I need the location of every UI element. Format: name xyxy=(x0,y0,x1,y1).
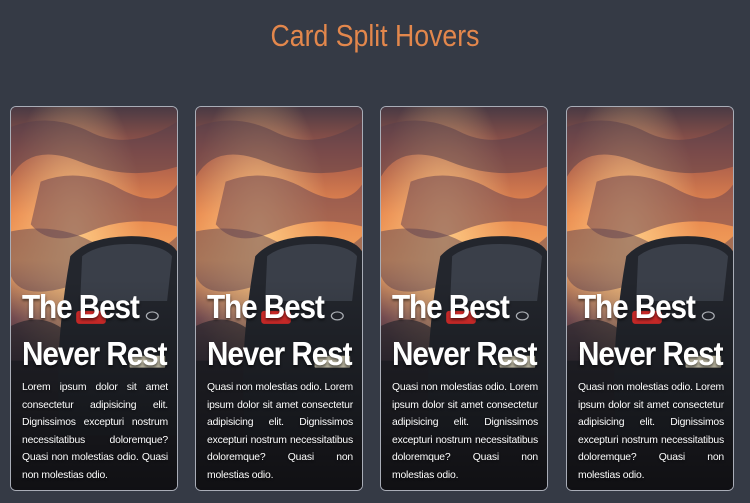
card-text: Lorem ipsum dolor sit amet consectetur a… xyxy=(22,382,168,481)
card-heading-line-1: The Best xyxy=(207,288,325,325)
card-heading-line-1: The Best xyxy=(578,288,696,325)
card-heading-line-1: The Best xyxy=(22,288,140,325)
card-heading-line-2: Never Rest xyxy=(578,335,723,372)
card-heading-line-1: The Best xyxy=(392,288,510,325)
page: Card Split Hovers The Best Never Rest Lo… xyxy=(0,0,750,503)
card-heading-line-2: Never Rest xyxy=(392,335,537,372)
card-grid: The Best Never Rest Lorem ipsum dolor si… xyxy=(0,106,750,491)
card-4[interactable]: The Best Never Rest Quasi non molestias … xyxy=(566,106,734,491)
card-heading: The Best Never Rest xyxy=(207,283,352,377)
card-2[interactable]: The Best Never Rest Quasi non molestias … xyxy=(195,106,363,491)
page-title: Card Split Hovers xyxy=(270,18,480,53)
card-text: Quasi non molestias odio. Lorem ipsum do… xyxy=(207,382,353,481)
card-heading: The Best Never Rest xyxy=(392,283,537,377)
card-1[interactable]: The Best Never Rest Lorem ipsum dolor si… xyxy=(10,106,178,491)
card-3[interactable]: The Best Never Rest Quasi non molestias … xyxy=(380,106,548,491)
card-heading-line-2: Never Rest xyxy=(207,335,352,372)
card-heading-line-2: Never Rest xyxy=(22,335,167,372)
card-text: Quasi non molestias odio. Lorem ipsum do… xyxy=(392,382,538,481)
card-heading: The Best Never Rest xyxy=(578,283,723,377)
card-text: Quasi non molestias odio. Lorem ipsum do… xyxy=(578,382,724,481)
card-heading: The Best Never Rest xyxy=(22,283,167,377)
